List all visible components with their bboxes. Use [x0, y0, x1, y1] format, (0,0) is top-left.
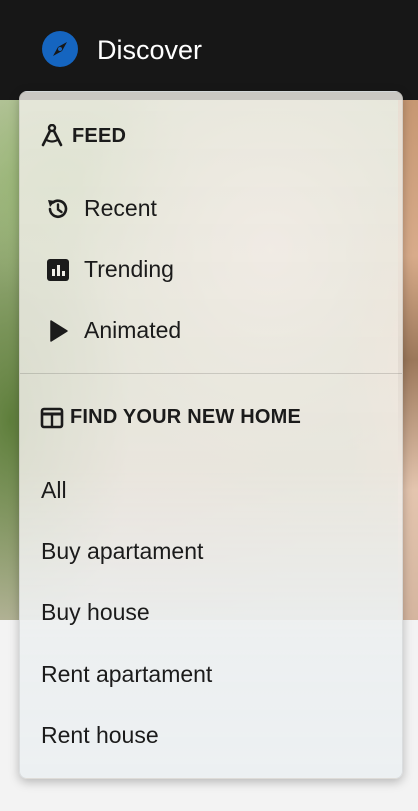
play-icon [50, 319, 68, 342]
bar-chart-icon [47, 258, 69, 281]
feed-heading: FEED [72, 124, 127, 147]
home-section-header: FIND YOUR NEW HOME [40, 406, 301, 429]
menu-item-label: All [41, 477, 67, 503]
compass-icon[interactable] [42, 31, 78, 67]
menu-item-animated[interactable]: Animated [40, 317, 181, 344]
menu-item-rent-house[interactable]: Rent house [41, 722, 159, 749]
menu-item-trending[interactable]: Trending [40, 256, 174, 283]
menu-item-recent[interactable]: Recent [40, 195, 157, 222]
menu-item-label: Trending [84, 256, 174, 282]
compass-drafting-icon [41, 124, 63, 147]
menu-item-rent-apartament[interactable]: Rent apartament [41, 661, 212, 688]
menu-item-label: Rent apartament [41, 661, 213, 687]
menu-item-label: Buy house [41, 599, 150, 625]
menu-item-buy-apartament[interactable]: Buy apartament [41, 538, 203, 565]
menu-item-all[interactable]: All [41, 477, 67, 504]
page-title: Discover [97, 35, 203, 65]
top-bar: Discover [0, 0, 418, 100]
menu-item-label: Recent [84, 195, 157, 221]
feed-section-header: FEED [40, 124, 126, 148]
columns-icon [40, 407, 64, 428]
dropdown-menu: FEED Recent Trending Animated FIND YOUR … [19, 91, 403, 779]
menu-item-label: Rent house [41, 722, 159, 748]
history-icon [48, 198, 68, 218]
menu-item-buy-house[interactable]: Buy house [41, 599, 150, 626]
menu-item-label: Buy apartament [41, 538, 204, 564]
section-divider [20, 373, 402, 374]
menu-item-label: Animated [84, 317, 182, 343]
home-heading: FIND YOUR NEW HOME [70, 406, 302, 428]
